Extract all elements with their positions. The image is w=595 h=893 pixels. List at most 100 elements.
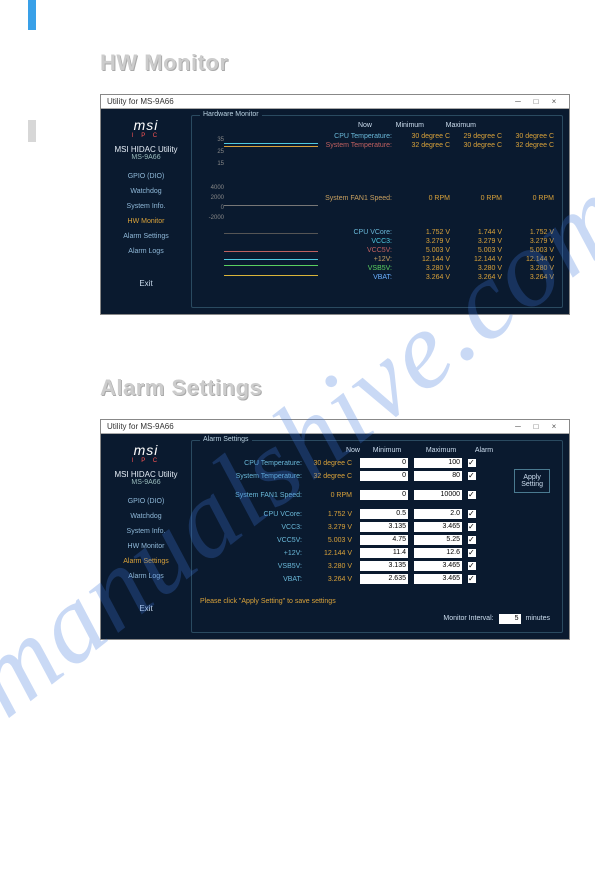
titlebar: Utility for MS-9A66 ─ □ × (101, 420, 569, 434)
nav-alarmsettings[interactable]: Alarm Settings (107, 554, 185, 569)
sidebar: msi I P C MSI HIDAC Utility MS-9A66 GPIO… (101, 109, 191, 314)
alarm-row: CPU VCore: 1.752 V 0.5 2.0 (200, 509, 554, 519)
hw-volt-label: VSB5V: (318, 265, 398, 272)
alarm-row: System Temperature: 32 degree C 0 80 (200, 471, 554, 481)
hw-val-max: 30 degree C (502, 133, 554, 140)
nav-watchdog[interactable]: Watchdog (107, 509, 185, 524)
nav-sysinfo[interactable]: System Info. (107, 199, 185, 214)
close-icon[interactable]: × (545, 97, 563, 106)
volt-graph (224, 229, 318, 289)
window-caption: Utility for MS-9A66 (107, 422, 509, 431)
alarm-checkbox[interactable] (468, 472, 476, 480)
alarm-checkbox[interactable] (468, 491, 476, 499)
alarm-checkbox[interactable] (468, 575, 476, 583)
hw-val-min: 3.280 V (450, 265, 502, 272)
alarm-max-input[interactable]: 5.25 (414, 535, 462, 545)
close-icon[interactable]: × (545, 422, 563, 431)
alarm-checkbox[interactable] (468, 562, 476, 570)
minimize-icon[interactable]: ─ (509, 422, 527, 431)
alarm-min-input[interactable]: 0 (360, 458, 408, 468)
nav-hwmonitor[interactable]: HW Monitor (107, 539, 185, 554)
hw-volt-label: VBAT: (318, 274, 398, 281)
nav-gpio[interactable]: GPIO (DIO) (107, 494, 185, 509)
alarm-min-input[interactable]: 11.4 (360, 548, 408, 558)
maximize-icon[interactable]: □ (527, 97, 545, 106)
hw-val-max: 3.264 V (502, 274, 554, 281)
alarm-settings-window: Utility for MS-9A66 ─ □ × msi I P C MSI … (100, 419, 570, 640)
hw-volt-label: CPU VCore: (318, 229, 398, 236)
alarm-row: VSB5V: 3.280 V 3.135 3.465 (200, 561, 554, 571)
alarm-max-input[interactable]: 80 (414, 471, 462, 481)
alarm-checkbox[interactable] (468, 549, 476, 557)
alarm-now: 30 degree C (310, 460, 360, 467)
hw-val-now: 3.264 V (398, 274, 450, 281)
col-max: Maximum (414, 447, 468, 454)
alarm-checkbox[interactable] (468, 510, 476, 518)
section-title-hw: HW Monitor (100, 50, 535, 76)
alarm-label: CPU Temperature: (200, 460, 310, 467)
nav-watchdog[interactable]: Watchdog (107, 184, 185, 199)
nav-gpio[interactable]: GPIO (DIO) (107, 169, 185, 184)
nav-sysinfo[interactable]: System Info. (107, 524, 185, 539)
col-alarm: Alarm (468, 447, 500, 454)
alarm-max-input[interactable]: 12.6 (414, 548, 462, 558)
apply-setting-button[interactable]: Apply Setting (514, 469, 550, 493)
nav-alarmlogs[interactable]: Alarm Logs (107, 244, 185, 259)
alarm-max-input[interactable]: 2.0 (414, 509, 462, 519)
nav-alarmsettings[interactable]: Alarm Settings (107, 229, 185, 244)
hw-val-min: 3.264 V (450, 274, 502, 281)
alarm-now: 12.144 V (310, 550, 360, 557)
exit-button[interactable]: Exit (107, 279, 185, 288)
alarm-min-input[interactable]: 0 (360, 490, 408, 500)
alarm-now: 3.279 V (310, 524, 360, 531)
alarm-max-input[interactable]: 3.465 (414, 522, 462, 532)
axis-tick: 25 (200, 149, 224, 161)
hw-panel: Hardware Monitor Now Minimum Maximum 35 … (191, 115, 563, 308)
alarm-checkbox[interactable] (468, 523, 476, 531)
minimize-icon[interactable]: ─ (509, 97, 527, 106)
hw-volt-label: VCC3: (318, 238, 398, 245)
alarm-min-input[interactable]: 0.5 (360, 509, 408, 519)
alarm-row: +12V: 12.144 V 11.4 12.6 (200, 548, 554, 558)
hw-panel-label: Hardware Monitor (200, 111, 262, 118)
hw-val-max: 12.144 V (502, 256, 554, 263)
maximize-icon[interactable]: □ (527, 422, 545, 431)
nav-hwmonitor[interactable]: HW Monitor (107, 214, 185, 229)
hw-val-now: 3.279 V (398, 238, 450, 245)
hw-val-now: 32 degree C (398, 142, 450, 149)
alarm-now: 0 RPM (310, 492, 360, 499)
axis-tick: 35 (200, 137, 224, 149)
logo: msi (107, 442, 185, 458)
exit-button[interactable]: Exit (107, 604, 185, 613)
titlebar: Utility for MS-9A66 ─ □ × (101, 95, 569, 109)
hw-temp-label: CPU Temperature: (318, 133, 398, 140)
nav-alarmlogs[interactable]: Alarm Logs (107, 569, 185, 584)
alarm-min-input[interactable]: 3.135 (360, 561, 408, 571)
interval-label: Monitor Interval: (443, 615, 493, 622)
hw-val-min: 3.279 V (450, 238, 502, 245)
alarm-max-input[interactable]: 3.465 (414, 574, 462, 584)
alarm-now: 1.752 V (310, 511, 360, 518)
col-max: Maximum (424, 122, 476, 129)
alarm-label: System FAN1 Speed: (200, 492, 310, 499)
alarm-max-input[interactable]: 3.465 (414, 561, 462, 571)
alarm-checkbox[interactable] (468, 459, 476, 467)
footer-message: Please click "Apply Setting" to save set… (200, 594, 554, 609)
alarm-min-input[interactable]: 2.635 (360, 574, 408, 584)
col-now: Now (310, 447, 360, 454)
alarm-max-input[interactable]: 10000 (414, 490, 462, 500)
fan-min: 0 RPM (450, 195, 502, 202)
alarm-row: VCC3: 3.279 V 3.135 3.465 (200, 522, 554, 532)
alarm-checkbox[interactable] (468, 536, 476, 544)
alarm-panel: Alarm Settings Now Minimum Maximum Alarm… (191, 440, 563, 633)
hw-val-max: 3.280 V (502, 265, 554, 272)
alarm-label: VSB5V: (200, 563, 310, 570)
alarm-min-input[interactable]: 4.75 (360, 535, 408, 545)
alarm-max-input[interactable]: 100 (414, 458, 462, 468)
alarm-panel-label: Alarm Settings (200, 436, 252, 443)
alarm-min-input[interactable]: 3.135 (360, 522, 408, 532)
alarm-min-input[interactable]: 0 (360, 471, 408, 481)
alarm-now: 3.280 V (310, 563, 360, 570)
hw-val-max: 3.279 V (502, 238, 554, 245)
interval-input[interactable]: 5 (499, 614, 521, 624)
